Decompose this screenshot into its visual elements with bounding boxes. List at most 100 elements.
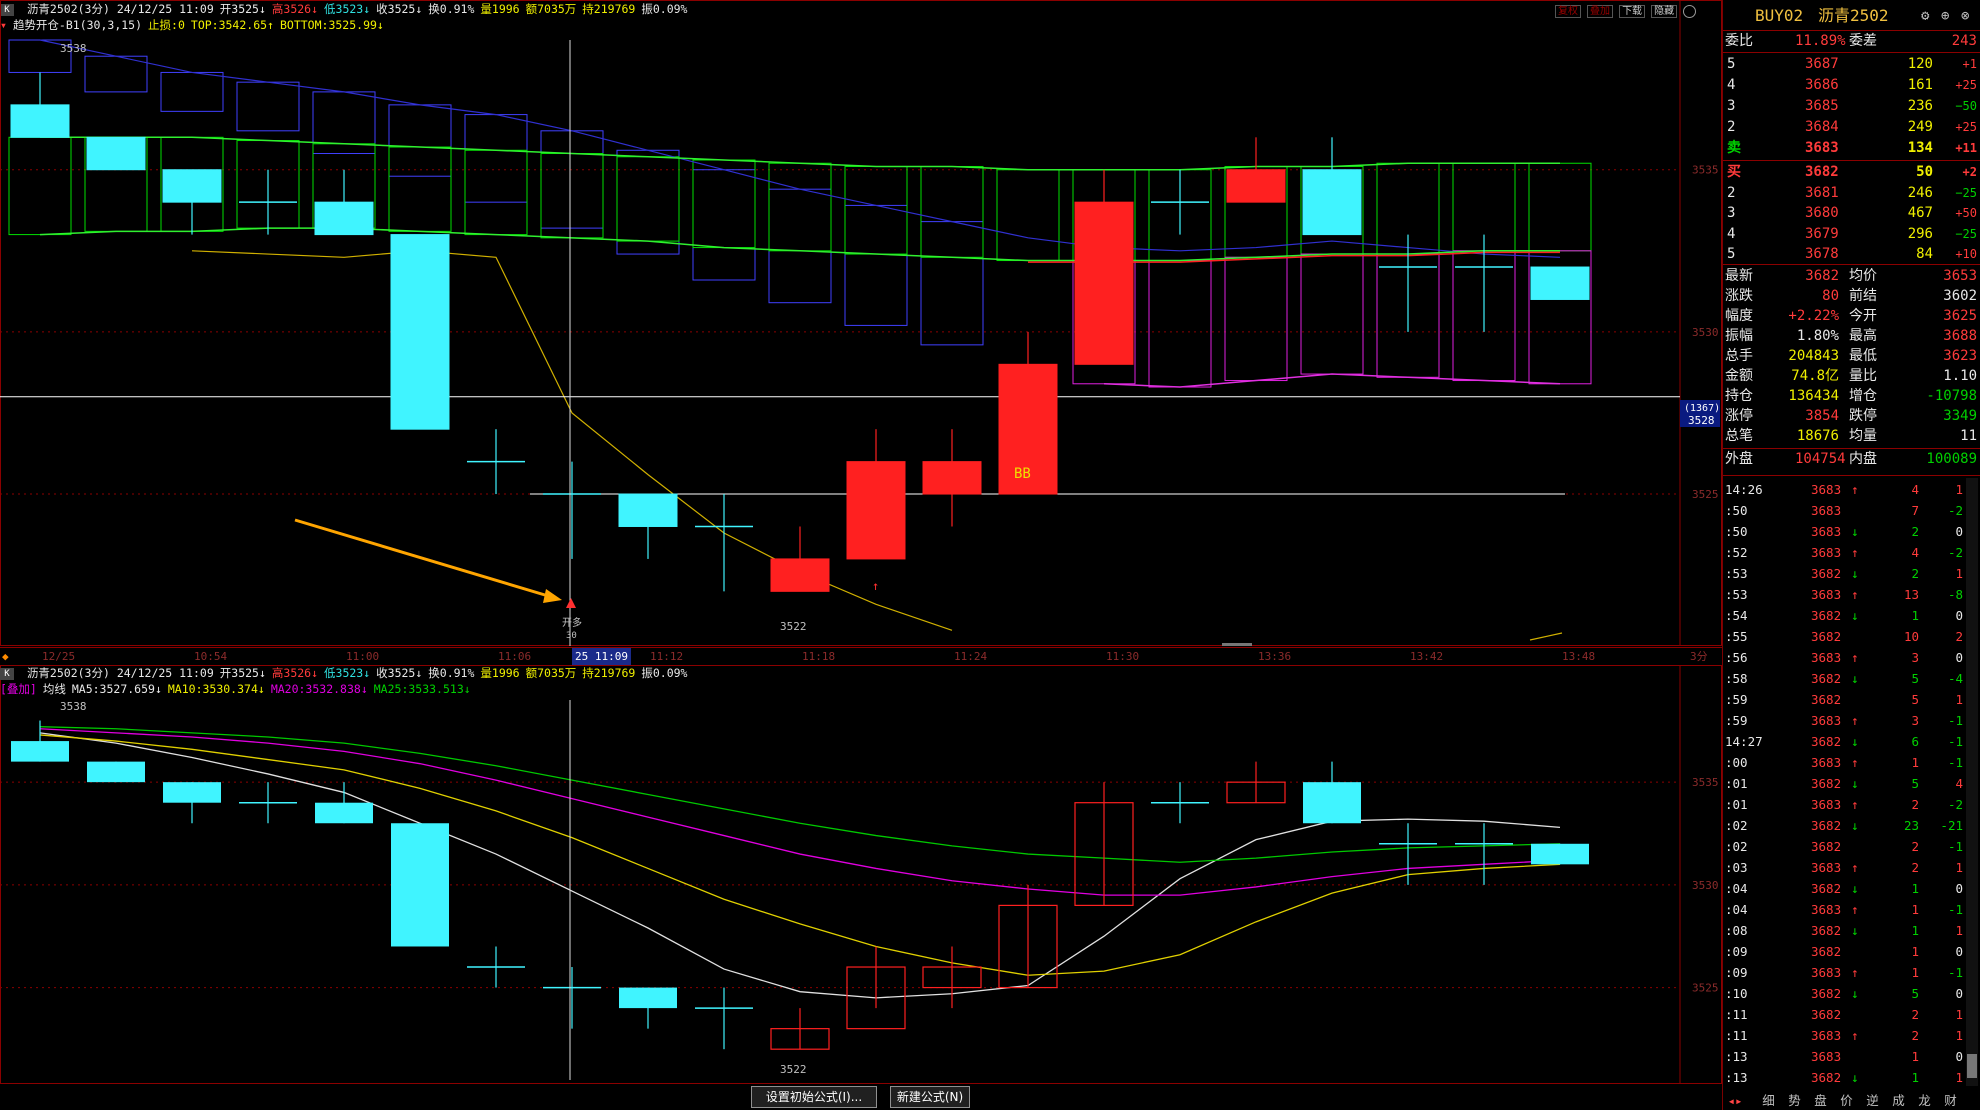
top-candle-body[interactable] <box>390 234 450 430</box>
bid-level: 买 <box>1727 164 1741 180</box>
stat-row: 振幅 1.80% 最高 3688 <box>1723 326 1980 346</box>
tick-row[interactable]: :01 3682 ↓ 5 4 <box>1723 773 1980 794</box>
tab-0[interactable]: 细 <box>1756 1090 1782 1109</box>
tick-row[interactable]: :55 3682 10 2 <box>1723 626 1980 647</box>
top-candle-body[interactable] <box>162 169 222 203</box>
tick-row[interactable]: :56 3683 ↑ 3 0 <box>1723 647 1980 668</box>
bottom-candle-body[interactable] <box>1303 782 1361 824</box>
ask-row[interactable]: 卖 3683 134 +11 <box>1723 138 1980 158</box>
bottom-candle-body[interactable] <box>163 782 221 803</box>
tick-row[interactable]: :11 3682 2 1 <box>1723 1004 1980 1025</box>
down-arrow-icon: ↓ <box>1851 818 1859 833</box>
top-candle-body[interactable] <box>1074 201 1134 365</box>
tick-row[interactable]: :04 3683 ↑ 1 -1 <box>1723 899 1980 920</box>
tick-time: :56 <box>1725 650 1748 665</box>
tick-row[interactable]: :13 3682 ↓ 1 1 <box>1723 1067 1980 1088</box>
top-candle-body[interactable] <box>618 493 678 527</box>
tick-row[interactable]: :52 3683 ↑ 4 -2 <box>1723 542 1980 563</box>
up-icon[interactable]: ⊕ <box>1941 4 1949 28</box>
top-candle-body[interactable] <box>770 558 830 592</box>
settings-icon[interactable]: ⚙ <box>1921 4 1929 28</box>
tab-4[interactable]: 逆 <box>1860 1090 1886 1109</box>
tick-row[interactable]: :50 3683 7 -2 <box>1723 500 1980 521</box>
buy-signal-arrow-icon[interactable] <box>566 598 576 608</box>
ask-change: +25 <box>1955 120 1977 134</box>
tab-1[interactable]: 势 <box>1782 1090 1808 1109</box>
tick-row[interactable]: :08 3682 ↓ 1 1 <box>1723 920 1980 941</box>
tick-row[interactable]: :50 3683 ↓ 2 0 <box>1723 521 1980 542</box>
top-candle-body[interactable] <box>1302 169 1362 236</box>
bottom-candle-body[interactable] <box>315 802 373 824</box>
tab-6[interactable]: 龙 <box>1912 1090 1938 1109</box>
chart-area[interactable]: K 沥青2502(3分) 24/12/25 11:09 开3525↓ 高3526↓ 低… <box>0 0 1722 1110</box>
tab-prev-icon[interactable]: ◂▸ <box>1722 1093 1748 1108</box>
top-candle-body[interactable] <box>86 136 146 171</box>
ask-row[interactable]: 5 3687 120 +1 <box>1723 54 1980 74</box>
bid-row[interactable]: 2 3681 246 −25 <box>1723 183 1980 203</box>
init-formula-button[interactable]: 设置初始公式(I)... <box>751 1086 877 1108</box>
k-icon[interactable]: K <box>0 667 14 680</box>
tick-row[interactable]: 14:26 3683 ↑ 4 1 <box>1723 479 1980 500</box>
tab-7[interactable]: 财 <box>1938 1090 1964 1109</box>
bid-change: +10 <box>1955 247 1977 261</box>
bottom-candle-body[interactable] <box>1531 843 1589 865</box>
ask-row[interactable]: 4 3686 161 +25 <box>1723 75 1980 95</box>
tick-row[interactable]: :11 3683 ↑ 2 1 <box>1723 1025 1980 1046</box>
bottom-candle-body[interactable] <box>87 761 145 783</box>
tick-row[interactable]: 14:27 3682 ↓ 6 -1 <box>1723 731 1980 752</box>
tick-row[interactable]: :59 3682 5 1 <box>1723 689 1980 710</box>
bid-volume: 84 <box>1916 246 1933 262</box>
tick-row[interactable]: :59 3683 ↑ 3 -1 <box>1723 710 1980 731</box>
tick-row[interactable]: :53 3683 ↑ 13 -8 <box>1723 584 1980 605</box>
tick-row[interactable]: :10 3682 ↓ 5 0 <box>1723 983 1980 1004</box>
top-candle-body[interactable] <box>1226 169 1286 203</box>
tick-row[interactable]: :09 3682 1 0 <box>1723 941 1980 962</box>
stat-label: 最高 <box>1849 328 1877 344</box>
tick-row[interactable]: :54 3682 ↓ 1 0 <box>1723 605 1980 626</box>
tick-time: :04 <box>1725 902 1748 917</box>
tick-row[interactable]: :03 3683 ↑ 2 1 <box>1723 857 1980 878</box>
tick-change: 1 <box>1955 692 1963 707</box>
tick-row[interactable]: :04 3682 ↓ 1 0 <box>1723 878 1980 899</box>
bid-row[interactable]: 4 3679 296 −25 <box>1723 224 1980 244</box>
tick-row[interactable]: :53 3682 ↓ 2 1 <box>1723 563 1980 584</box>
bottom-candle-body[interactable] <box>391 823 449 947</box>
close-icon[interactable]: ⊗ <box>1961 4 1969 28</box>
ask-row[interactable]: 2 3684 249 +25 <box>1723 117 1980 137</box>
overlay-tag[interactable]: [叠加] <box>0 682 37 696</box>
tick-row[interactable]: :02 3682 ↓ 23 -21 <box>1723 815 1980 836</box>
tab-2[interactable]: 盘 <box>1808 1090 1834 1109</box>
bottom-candle-body[interactable] <box>619 987 677 1009</box>
bid-row[interactable]: 买 3682 50 +2 <box>1723 162 1980 182</box>
bid-row[interactable]: 5 3678 84 +10 <box>1723 244 1980 264</box>
tick-row[interactable]: :00 3683 ↑ 1 -1 <box>1723 752 1980 773</box>
bid-row[interactable]: 3 3680 467 +50 <box>1723 203 1980 223</box>
stat-label: 总手 <box>1725 348 1753 364</box>
new-formula-button[interactable]: 新建公式(N) <box>890 1086 970 1108</box>
tick-row[interactable]: :01 3683 ↑ 2 -2 <box>1723 794 1980 815</box>
tick-row[interactable]: :09 3683 ↑ 1 -1 <box>1723 962 1980 983</box>
tick-row[interactable]: :58 3682 ↓ 5 -4 <box>1723 668 1980 689</box>
diamond-icon[interactable]: ◆ <box>2 648 9 665</box>
panel-splitter[interactable] <box>1222 643 1252 646</box>
ask-row[interactable]: 3 3685 236 −50 <box>1723 96 1980 116</box>
scrollbar-thumb[interactable] <box>1967 1054 1977 1078</box>
ask-level: 2 <box>1727 119 1736 135</box>
tick-time: :10 <box>1725 986 1748 1001</box>
price-tick-label: 3535 <box>1692 164 1719 177</box>
tick-scrollbar[interactable] <box>1966 478 1978 1086</box>
tab-5[interactable]: 成 <box>1886 1090 1912 1109</box>
tab-3[interactable]: 价 <box>1834 1090 1860 1109</box>
tick-row[interactable]: :13 3683 1 0 <box>1723 1046 1980 1067</box>
top-candle-body[interactable] <box>846 461 906 560</box>
bottom-candle-body[interactable] <box>11 741 69 762</box>
candlestick-chart[interactable]: 3535 3530 3525 3535 3530 3525 3538 3522 BB 3538 35… <box>0 0 1722 1110</box>
top-candle-body[interactable] <box>922 461 982 495</box>
top-candle-body[interactable] <box>10 104 70 138</box>
tick-row[interactable]: :02 3682 2 -1 <box>1723 836 1980 857</box>
tick-change: 0 <box>1955 1049 1963 1064</box>
top-candle-body[interactable] <box>314 201 374 236</box>
top-candle-body[interactable] <box>1530 266 1590 300</box>
down-arrow-icon: ↓ <box>1851 776 1859 791</box>
stat-label: 均量 <box>1849 428 1877 444</box>
